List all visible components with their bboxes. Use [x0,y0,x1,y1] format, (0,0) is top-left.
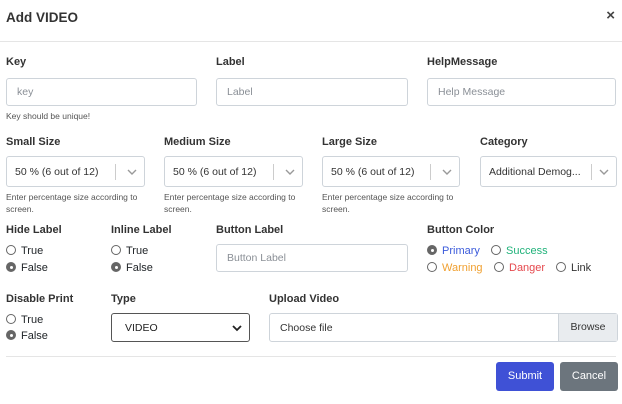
inline-label-false-radio[interactable]: False [111,262,153,274]
choose-file-text: Choose file [280,322,333,334]
button-color-label: Button Color [427,224,495,236]
chevron-down-icon [599,169,609,175]
radio-checked-icon [111,262,121,272]
button-color-warning-radio[interactable]: Warning [427,262,483,274]
chevron-down-icon [285,169,295,175]
radio-icon [6,314,16,324]
key-label: Key [6,56,27,68]
footer-divider [6,356,616,357]
type-value: VIDEO [125,322,158,334]
button-label-input[interactable] [216,244,408,272]
medium-size-label: Medium Size [164,136,231,148]
radio-text: Danger [509,262,546,274]
close-button[interactable]: × [606,6,615,26]
key-input[interactable] [6,78,197,106]
medium-size-value: 50 % (6 out of 12) [173,166,257,178]
select-separator [430,164,431,180]
radio-text: False [21,330,48,342]
chevron-down-icon [127,169,137,175]
button-color-link-radio[interactable]: Link [556,262,591,274]
radio-icon [427,262,437,272]
large-size-label: Large Size [322,136,378,148]
inline-label-true-radio[interactable]: True [111,245,148,257]
submit-button[interactable]: Submit [496,362,554,391]
medium-size-hint: Enter percentage size according to scree… [164,192,296,214]
medium-size-select[interactable]: 50 % (6 out of 12) [164,156,303,187]
browse-button[interactable]: Browse [558,314,617,341]
large-size-hint: Enter percentage size according to scree… [322,192,454,214]
modal-header: Add VIDEO × [0,0,622,42]
cancel-button[interactable]: Cancel [560,362,618,391]
disable-print-true-radio[interactable]: True [6,314,43,326]
key-hint: Key should be unique! [6,111,91,121]
upload-video-input[interactable]: Choose file Browse [269,313,618,342]
radio-checked-icon [6,330,16,340]
radio-icon [111,245,121,255]
type-label: Type [111,293,136,305]
button-label-label: Button Label [216,224,284,236]
radio-text: True [21,314,44,326]
radio-text: Primary [442,245,480,257]
button-color-danger-radio[interactable]: Danger [494,262,545,274]
small-size-select[interactable]: 50 % (6 out of 12) [6,156,145,187]
hide-label-false-radio[interactable]: False [6,262,48,274]
category-value: Additional Demog... [489,166,581,178]
radio-text: True [21,245,44,257]
button-color-success-radio[interactable]: Success [491,245,548,257]
large-size-value: 50 % (6 out of 12) [331,166,415,178]
radio-text: False [126,262,153,274]
radio-text: Warning [442,262,483,274]
small-size-value: 50 % (6 out of 12) [15,166,99,178]
radio-checked-icon [427,245,437,255]
inline-label-label: Inline Label [111,224,172,236]
help-message-input[interactable] [427,78,616,106]
label-field-label: Label [216,56,245,68]
radio-text: False [21,262,48,274]
button-color-primary-radio[interactable]: Primary [427,245,480,257]
select-separator [591,164,592,180]
help-message-label: HelpMessage [427,56,498,68]
select-separator [115,164,116,180]
disable-print-label: Disable Print [6,293,74,305]
upload-video-label: Upload Video [269,293,340,305]
hide-label-true-radio[interactable]: True [6,245,43,257]
type-select[interactable]: VIDEO [111,313,250,342]
radio-text: Link [571,262,592,274]
radio-text: True [126,245,149,257]
label-input[interactable] [216,78,408,106]
large-size-select[interactable]: 50 % (6 out of 12) [322,156,460,187]
category-label: Category [480,136,528,148]
radio-icon [491,245,501,255]
radio-icon [494,262,504,272]
small-size-hint: Enter percentage size according to scree… [6,192,138,214]
disable-print-false-radio[interactable]: False [6,330,48,342]
chevron-down-icon [232,325,242,332]
radio-text: Success [506,245,548,257]
select-separator [273,164,274,180]
category-select[interactable]: Additional Demog... [480,156,617,187]
small-size-label: Small Size [6,136,61,148]
radio-checked-icon [6,262,16,272]
chevron-down-icon [442,169,452,175]
radio-icon [556,262,566,272]
modal-title: Add VIDEO [6,10,79,25]
radio-icon [6,245,16,255]
hide-label-label: Hide Label [6,224,62,236]
